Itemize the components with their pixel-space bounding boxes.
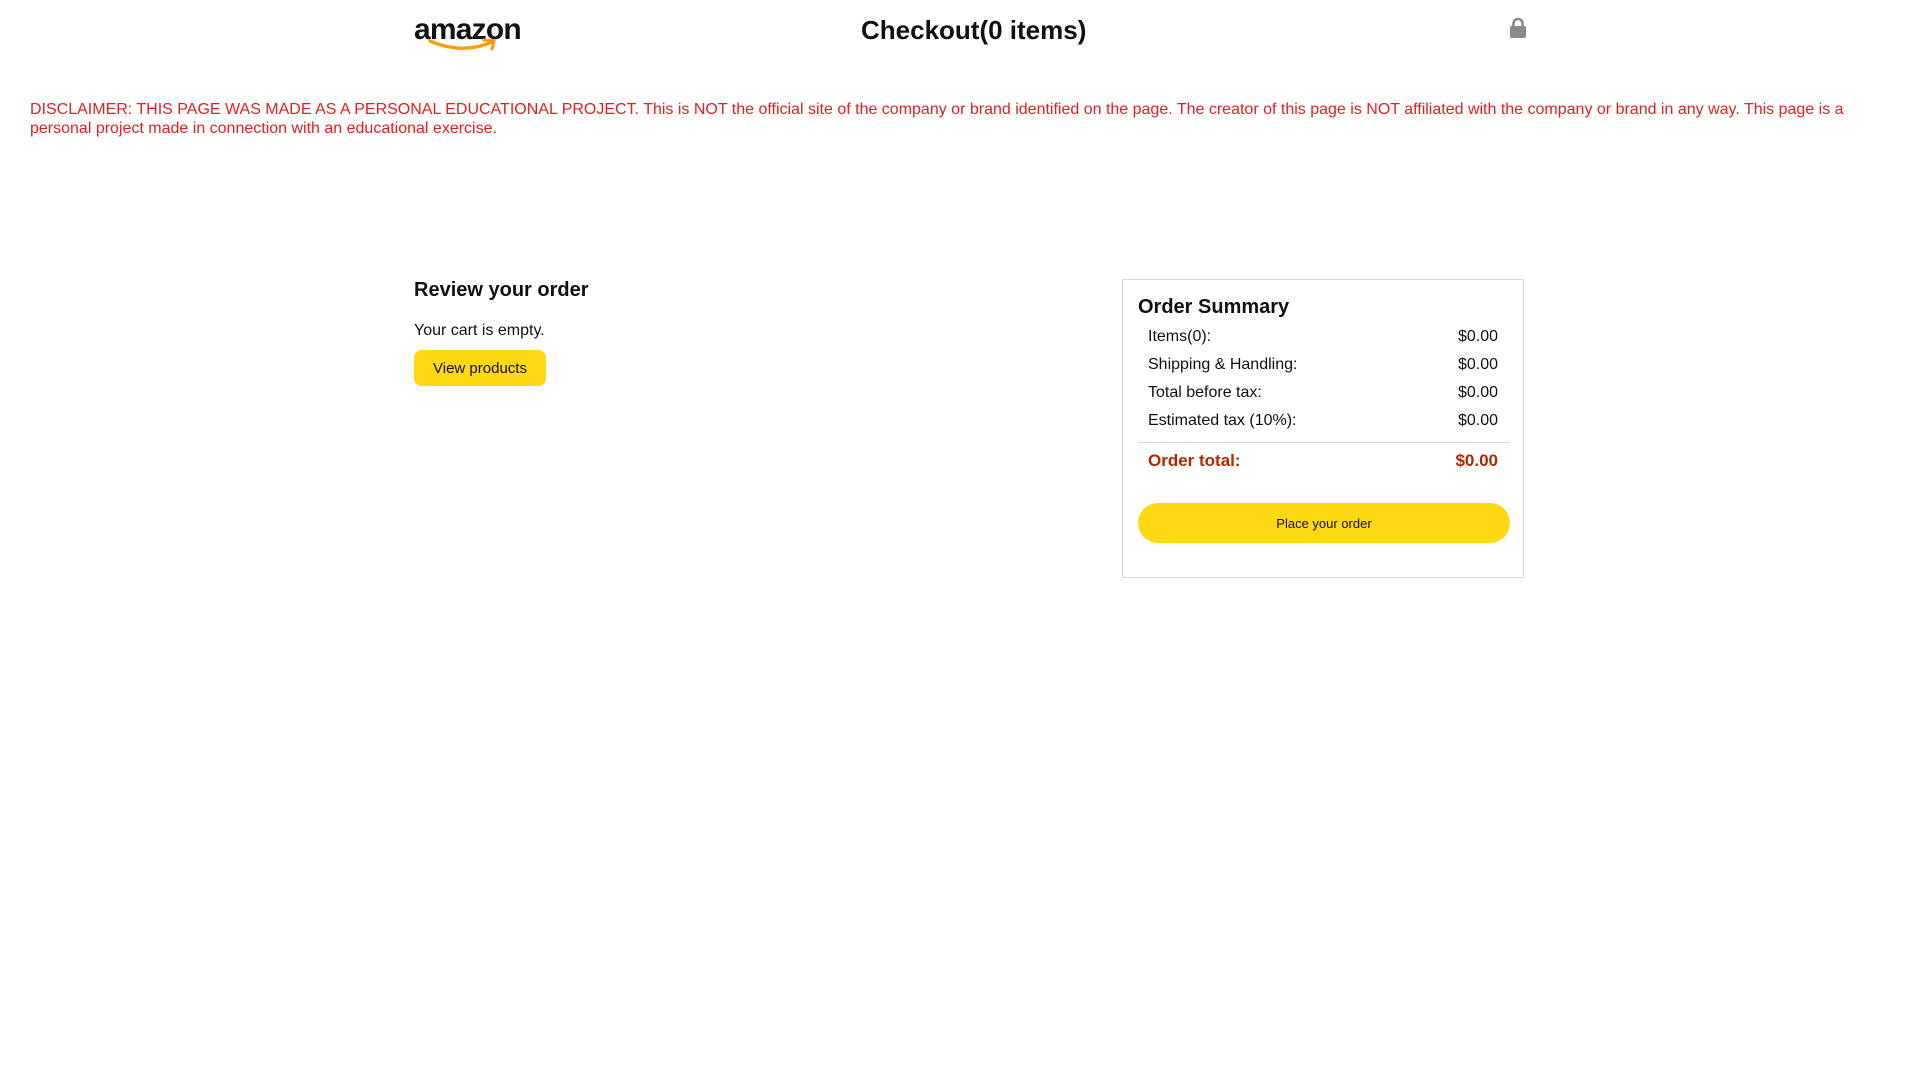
summary-row-tax: Estimated tax (10%): $0.00: [1148, 410, 1498, 432]
summary-row-label: Estimated tax (10%):: [1148, 412, 1297, 429]
summary-row-label: Total before tax:: [1148, 384, 1262, 401]
summary-row-shipping: Shipping & Handling: $0.00: [1148, 354, 1498, 376]
summary-row-items: Items(0): $0.00: [1148, 326, 1498, 348]
summary-row-label: Items(0):: [1148, 328, 1212, 345]
summary-divider: [1138, 442, 1510, 443]
view-products-button[interactable]: View products: [414, 350, 546, 386]
order-summary-panel: Order Summary Items(0): $0.00 Shipping &…: [1122, 279, 1524, 578]
amazon-logo[interactable]: amazon: [414, 15, 522, 51]
checkout-header: amazon Checkout(0 items): [0, 0, 1920, 60]
review-order-title: Review your order: [414, 279, 589, 301]
checkout-title: Checkout(0 items): [861, 15, 1087, 45]
summary-row-value: $0.00: [1457, 356, 1498, 373]
order-total-value: $0.00: [1455, 451, 1498, 470]
cart-empty-message: Your cart is empty.: [414, 322, 545, 339]
summary-row-value: $0.00: [1457, 384, 1498, 401]
summary-row-value: $0.00: [1457, 412, 1498, 429]
order-summary-title: Order Summary: [1138, 296, 1290, 318]
amazon-smile-icon: [428, 38, 496, 51]
lock-icon: [1510, 17, 1526, 38]
summary-row-label: Shipping & Handling:: [1148, 356, 1298, 373]
summary-row-before-tax: Total before tax: $0.00: [1148, 382, 1498, 404]
order-total-label: Order total:: [1148, 451, 1241, 470]
place-order-button[interactable]: Place your order: [1138, 503, 1510, 543]
disclaimer-text: DISCLAIMER: THIS PAGE WAS MADE AS A PERS…: [30, 101, 1844, 137]
summary-row-order-total: Order total: $0.00: [1148, 450, 1498, 472]
summary-row-value: $0.00: [1457, 328, 1498, 345]
